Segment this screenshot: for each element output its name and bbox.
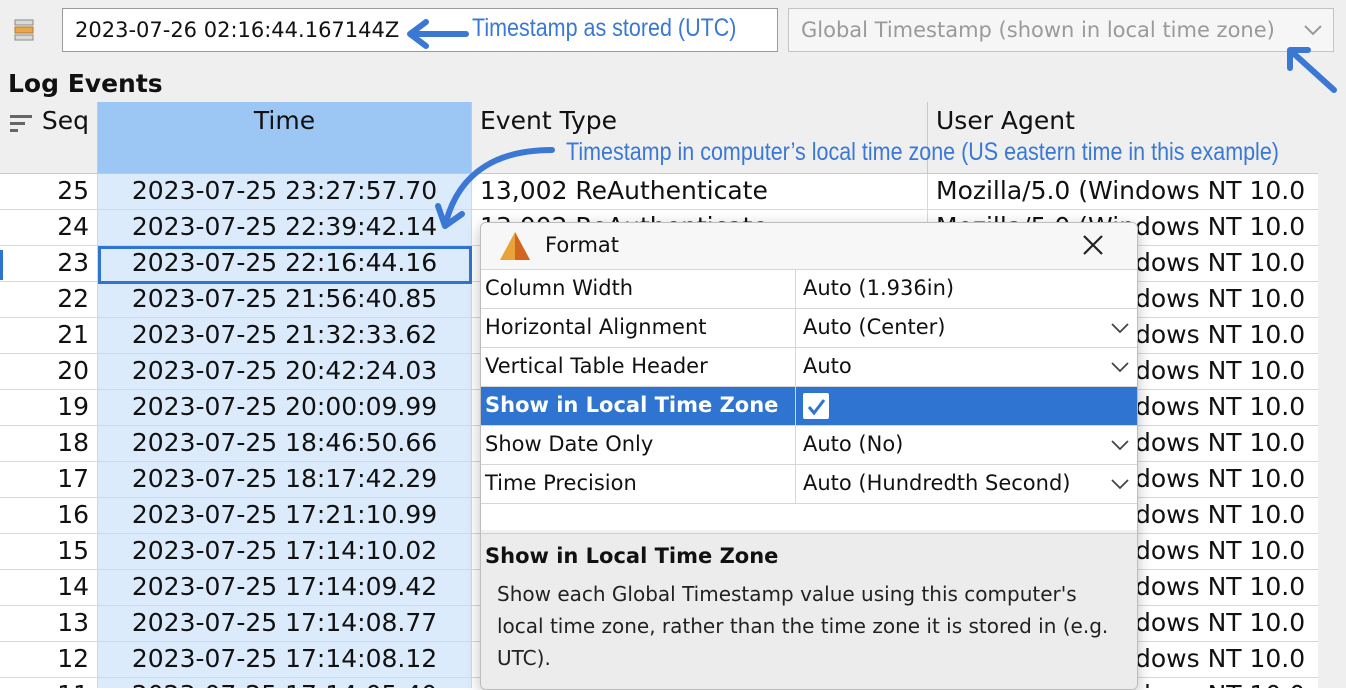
cell-seq[interactable]: 23 <box>0 246 98 281</box>
cell-seq[interactable]: 18 <box>0 426 98 461</box>
cell-time[interactable]: 2023-07-25 22:39:42.14 <box>98 210 472 245</box>
format-dialog: Format Column Width Auto (1.936in) Horiz… <box>480 222 1138 690</box>
close-icon[interactable] <box>1081 233 1105 257</box>
property-name: Show Date Only <box>485 426 796 464</box>
property-value: Auto <box>803 354 852 378</box>
cell-seq[interactable]: 16 <box>0 498 98 533</box>
property-show-in-local-time-zone[interactable]: Show in Local Time Zone <box>481 386 1137 425</box>
table-title: Log Events <box>0 66 1346 102</box>
dialog-header: Format <box>481 223 1137 269</box>
cell-seq[interactable]: 14 <box>0 570 98 605</box>
property-value: Auto (No) <box>803 432 904 456</box>
table-row[interactable]: 25 2023-07-25 23:27:57.70 13,002 ReAuthent… <box>0 174 1318 210</box>
cell-time[interactable]: 2023-07-25 18:46:50.66 <box>98 426 472 461</box>
cell-time[interactable]: 2023-07-25 17:14:05.40 <box>98 678 472 688</box>
annotation-local: Timestamp in computer’s local time zone … <box>566 138 1279 166</box>
cell-seq[interactable]: 22 <box>0 282 98 317</box>
format-select-value: Global Timestamp (shown in local time zo… <box>801 18 1275 42</box>
property-empty-row <box>481 503 1137 530</box>
cell-seq[interactable]: 12 <box>0 642 98 677</box>
app-logo-icon <box>500 232 530 260</box>
panel-icon[interactable] <box>12 18 38 42</box>
property-time-precision[interactable]: Time Precision Auto (Hundredth Second) <box>481 464 1137 503</box>
cell-time[interactable]: 2023-07-25 20:42:24.03 <box>98 354 472 389</box>
checkmark-icon <box>807 399 826 416</box>
cell-time[interactable]: 2023-07-25 17:14:08.77 <box>98 606 472 641</box>
cell-time[interactable]: 2023-07-25 23:27:57.70 <box>98 174 472 209</box>
chevron-down-icon[interactable] <box>1111 361 1129 373</box>
column-header-time[interactable]: Time <box>98 102 472 174</box>
cell-seq[interactable]: 11 <box>0 678 98 688</box>
cell-time[interactable]: 2023-07-25 21:56:40.85 <box>98 282 472 317</box>
property-value: Auto (Hundredth Second) <box>803 471 1071 495</box>
selected-cell-highlight <box>98 246 472 284</box>
property-value: Auto (Center) <box>803 315 946 339</box>
cell-seq[interactable]: 25 <box>0 174 98 209</box>
timestamp-value: 2023-07-26 02:16:44.167144Z <box>75 18 400 42</box>
property-horizontal-alignment[interactable]: Horizontal Alignment Auto (Center) <box>481 308 1137 347</box>
chevron-down-icon[interactable] <box>1111 439 1129 451</box>
description-text: Show each Global Timestamp value using t… <box>497 582 1109 670</box>
column-header-seq[interactable]: Seq <box>0 102 98 174</box>
cell-time[interactable]: 2023-07-25 17:21:10.99 <box>98 498 472 533</box>
chevron-down-icon[interactable] <box>1111 478 1129 490</box>
format-select[interactable]: Global Timestamp (shown in local time zo… <box>788 8 1334 52</box>
cell-event[interactable]: 13,002 ReAuthenticate <box>472 174 928 209</box>
cell-time[interactable]: 2023-07-25 17:14:09.42 <box>98 570 472 605</box>
current-row-marker <box>0 250 3 280</box>
property-value: Auto (1.936in) <box>803 276 955 300</box>
sort-icon <box>10 115 32 132</box>
property-show-date-only[interactable]: Show Date Only Auto (No) <box>481 425 1137 464</box>
cell-seq[interactable]: 24 <box>0 210 98 245</box>
chevron-down-icon <box>1304 25 1322 36</box>
dialog-title: Format <box>545 233 620 257</box>
property-name: Column Width <box>485 270 796 308</box>
cell-seq[interactable]: 17 <box>0 462 98 497</box>
cell-time[interactable]: 2023-07-25 18:17:42.29 <box>98 462 472 497</box>
cell-seq[interactable]: 13 <box>0 606 98 641</box>
cell-seq[interactable]: 19 <box>0 390 98 425</box>
cell-seq[interactable]: 21 <box>0 318 98 353</box>
column-header-time-label: Time <box>253 106 316 135</box>
cell-seq[interactable]: 15 <box>0 534 98 569</box>
property-name: Vertical Table Header <box>485 348 796 386</box>
cell-time[interactable]: 2023-07-25 20:00:09.99 <box>98 390 472 425</box>
chevron-down-icon[interactable] <box>1111 322 1129 334</box>
vertical-scrollbar[interactable] <box>1318 102 1346 688</box>
column-header-event-type-label: Event Type <box>480 106 617 135</box>
property-name: Time Precision <box>485 465 796 503</box>
property-column-width[interactable]: Column Width Auto (1.936in) <box>481 269 1137 308</box>
cell-seq[interactable]: 20 <box>0 354 98 389</box>
property-description: Show in Local Time Zone Show each Global… <box>481 533 1137 689</box>
property-name: Show in Local Time Zone <box>485 387 796 425</box>
property-grid: Column Width Auto (1.936in) Horizontal A… <box>481 269 1137 530</box>
property-vertical-table-header[interactable]: Vertical Table Header Auto <box>481 347 1137 386</box>
cell-time[interactable]: 2023-07-25 17:14:10.02 <box>98 534 472 569</box>
column-header-user-agent-label: User Agent <box>936 106 1075 135</box>
description-title: Show in Local Time Zone <box>485 544 779 568</box>
column-header-seq-label: Seq <box>41 106 89 135</box>
property-name: Horizontal Alignment <box>485 309 796 347</box>
annotation-stored: Timestamp as stored (UTC) <box>472 14 737 42</box>
cell-time[interactable]: 2023-07-25 17:14:08.12 <box>98 642 472 677</box>
local-time-zone-checkbox[interactable] <box>803 393 829 419</box>
cell-ua[interactable]: Mozilla/5.0 (Windows NT 10.0 <box>928 174 1318 209</box>
cell-time[interactable]: 2023-07-25 21:32:33.62 <box>98 318 472 353</box>
